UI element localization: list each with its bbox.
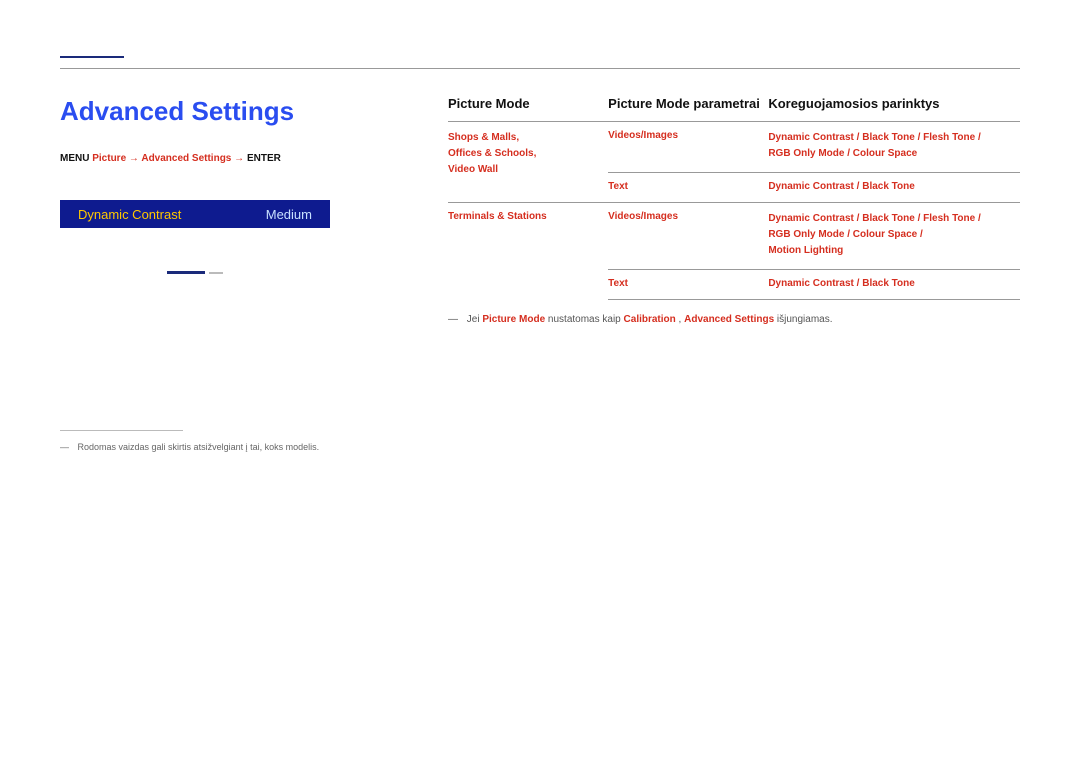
table-note: ― Jei Picture Mode nustatomas kaip Calib… [448,314,1020,325]
note-calibration: Calibration [624,314,676,325]
title-accent-bar [60,56,124,58]
bar-segment [167,271,205,274]
right-column: Picture Mode Picture Mode parametrai Kor… [448,96,1020,325]
cell-options: Dynamic Contrast / Black Tone / Flesh To… [768,203,1020,270]
th-picture-mode-params: Picture Mode parametrai [608,96,768,122]
breadcrumb-p2: Advanced Settings [141,153,231,164]
top-rule [60,68,1020,69]
note-advanced-settings: Advanced Settings [684,314,774,325]
th-picture-mode: Picture Mode [448,96,608,122]
breadcrumb: MENU Picture → Advanced Settings → ENTER [60,153,404,164]
footnote-text: Rodomas vaizdas gali skirtis atsižvelgia… [78,442,320,452]
breadcrumb-arrow-1: → [129,153,139,164]
left-column: Advanced Settings MENU Picture → Advance… [60,96,404,274]
cell-options: Dynamic Contrast / Black Tone [768,173,1020,203]
osd-scroll-indicator [60,262,330,274]
cell-options: Dynamic Contrast / Black Tone [768,270,1020,300]
bar-segment [209,272,223,274]
osd-value: Medium [266,207,312,222]
th-adjustable-options: Koreguojamosios parinktys [768,96,1020,122]
breadcrumb-menu: MENU [60,153,89,164]
footnote: ― Rodomas vaizdas gali skirtis atsižvelg… [60,442,319,452]
breadcrumb-enter: ENTER [247,153,281,164]
settings-table: Picture Mode Picture Mode parametrai Kor… [448,96,1020,300]
table-row: Terminals & Stations Videos/Images Dynam… [448,203,1020,270]
cell-mode-group: Shops & Malls, Offices & Schools, Video … [448,122,608,203]
cell-param: Text [608,173,768,203]
osd-label: Dynamic Contrast [78,207,181,222]
breadcrumb-arrow-2: → [234,153,244,164]
breadcrumb-p1: Picture [92,153,126,164]
cell-mode-group: Terminals & Stations [448,203,608,300]
cell-param: Videos/Images [608,203,768,270]
osd-row-dynamic-contrast: Dynamic Contrast Medium [60,200,330,228]
dash-icon: ― [448,314,458,325]
osd-card: Dynamic Contrast Medium [60,200,330,274]
table-row: Shops & Malls, Offices & Schools, Video … [448,122,1020,173]
cell-param: Text [608,270,768,300]
dash-icon: ― [60,442,69,452]
page-title: Advanced Settings [60,96,404,127]
cell-options: Dynamic Contrast / Black Tone / Flesh To… [768,122,1020,173]
cell-param: Videos/Images [608,122,768,173]
footnote-rule [60,430,183,431]
note-picture-mode: Picture Mode [482,314,545,325]
